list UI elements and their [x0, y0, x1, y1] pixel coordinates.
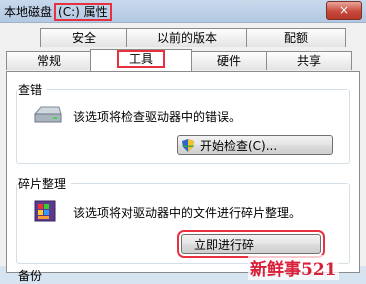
tab-general[interactable]: 常规: [6, 51, 92, 70]
tab-quota[interactable]: 配额: [246, 28, 346, 47]
watermark-text: 新鲜事521: [248, 255, 339, 280]
tools-panel: 查错 该选项将检查驱动器中的错误。 开始检查(C)... 碎片整理 该选项将对驱…: [6, 71, 360, 283]
defrag-now-label: 立即进行碎: [194, 238, 255, 252]
properties-dialog: 安全 以前的版本 配额 常规 工具 硬件 共享 查错 该选项将检查驱动器中的错误…: [0, 22, 366, 283]
drive-icon: [33, 106, 62, 123]
tab-tools-label: 工具: [116, 50, 165, 68]
defrag-icon: [34, 200, 56, 222]
tab-hardware[interactable]: 硬件: [190, 51, 268, 70]
defrag-now-button[interactable]: 立即进行碎: [177, 230, 325, 258]
backup-title: 备份: [18, 269, 43, 283]
tab-sharing[interactable]: 共享: [266, 51, 352, 70]
window-title: 本地磁盘 (C:) 属性: [4, 3, 112, 21]
window-title-highlight: (C:) 属性: [54, 3, 112, 21]
error-check-description: 该选项将检查驱动器中的错误。: [73, 110, 242, 124]
close-button[interactable]: ×: [326, 1, 362, 20]
defrag-description: 该选项将对驱动器中的文件进行碎片整理。: [73, 206, 302, 220]
start-check-label: 开始检查(C)...: [200, 139, 278, 153]
tab-security[interactable]: 安全: [40, 28, 128, 47]
uac-shield-icon: [182, 139, 194, 152]
tab-tools[interactable]: 工具: [90, 49, 192, 71]
tab-previous-versions[interactable]: 以前的版本: [126, 28, 248, 47]
start-check-button[interactable]: 开始检查(C)...: [177, 135, 333, 155]
title-bar: 本地磁盘 (C:) 属性 ×: [0, 0, 366, 22]
window-title-prefix: 本地磁盘: [4, 5, 53, 19]
